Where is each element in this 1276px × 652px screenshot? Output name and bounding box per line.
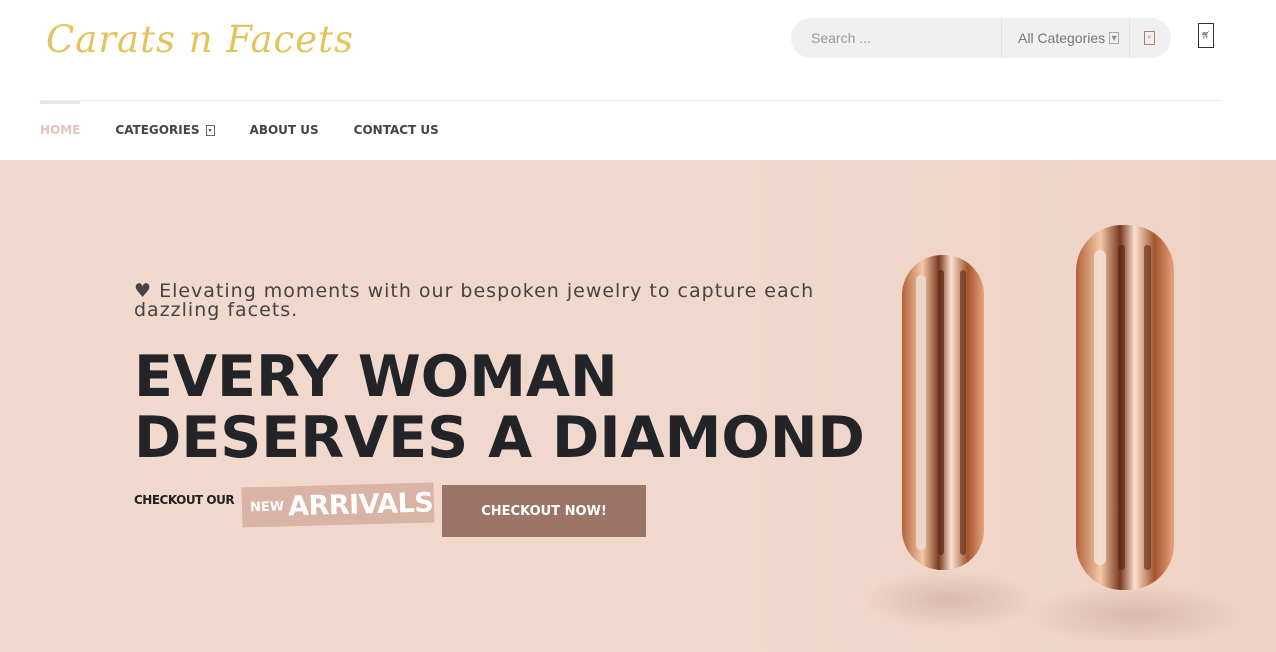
nav-item-categories[interactable]: CATEGORIES ▾ bbox=[115, 101, 215, 159]
chevron-down-icon: ▾ bbox=[1109, 32, 1120, 44]
nav-item-contact-us[interactable]: CONTACT US bbox=[354, 101, 439, 159]
hero-headline: EVERY WOMAN DESERVES A DIAMOND bbox=[134, 347, 894, 469]
new-arrivals-badge: NEW ARRIVALS bbox=[241, 482, 435, 528]
search-button[interactable]: ⌕ bbox=[1129, 18, 1169, 58]
chevron-down-icon: ▾ bbox=[205, 124, 215, 136]
category-select-value: All Categories bbox=[1018, 30, 1106, 46]
search-input[interactable] bbox=[791, 18, 1001, 58]
checkout-now-button[interactable]: CHECKOUT NOW! bbox=[442, 485, 646, 537]
main-nav: HOME CATEGORIES ▾ ABOUT US CONTACT US bbox=[40, 101, 474, 159]
hero-banner: ♥ Elevating moments with our bespoken je… bbox=[0, 160, 1276, 652]
brand-name: Carats n Facets bbox=[46, 17, 355, 61]
hero-headline-line2: DESERVES A DIAMOND bbox=[134, 405, 865, 471]
nav-item-categories-label: CATEGORIES bbox=[115, 123, 200, 137]
badge-arrivals-text: ARRIVALS bbox=[287, 487, 434, 522]
checkout-our-text: CHECKOUT OUR bbox=[134, 493, 235, 507]
site-logo[interactable]: Carats n Facets bbox=[40, 4, 353, 74]
badge-new-text: NEW bbox=[249, 498, 285, 515]
cart-icon[interactable]: 🛒︎ bbox=[1198, 23, 1214, 48]
search-icon: ⌕ bbox=[1144, 31, 1155, 45]
nav-item-home[interactable]: HOME bbox=[40, 101, 81, 159]
hero-tagline: ♥ Elevating moments with our bespoken je… bbox=[134, 280, 815, 321]
rose-gold-rings-image bbox=[860, 225, 1240, 640]
category-select[interactable]: All Categories ▾ bbox=[1001, 18, 1129, 58]
hero-headline-line1: EVERY WOMAN bbox=[134, 344, 618, 410]
site-header: Carats n Facets All Categories ▾ ⌕ 🛒︎ HO… bbox=[0, 0, 1276, 160]
nav-item-about-us[interactable]: ABOUT US bbox=[250, 101, 319, 159]
search-bar: All Categories ▾ ⌕ bbox=[791, 18, 1171, 58]
